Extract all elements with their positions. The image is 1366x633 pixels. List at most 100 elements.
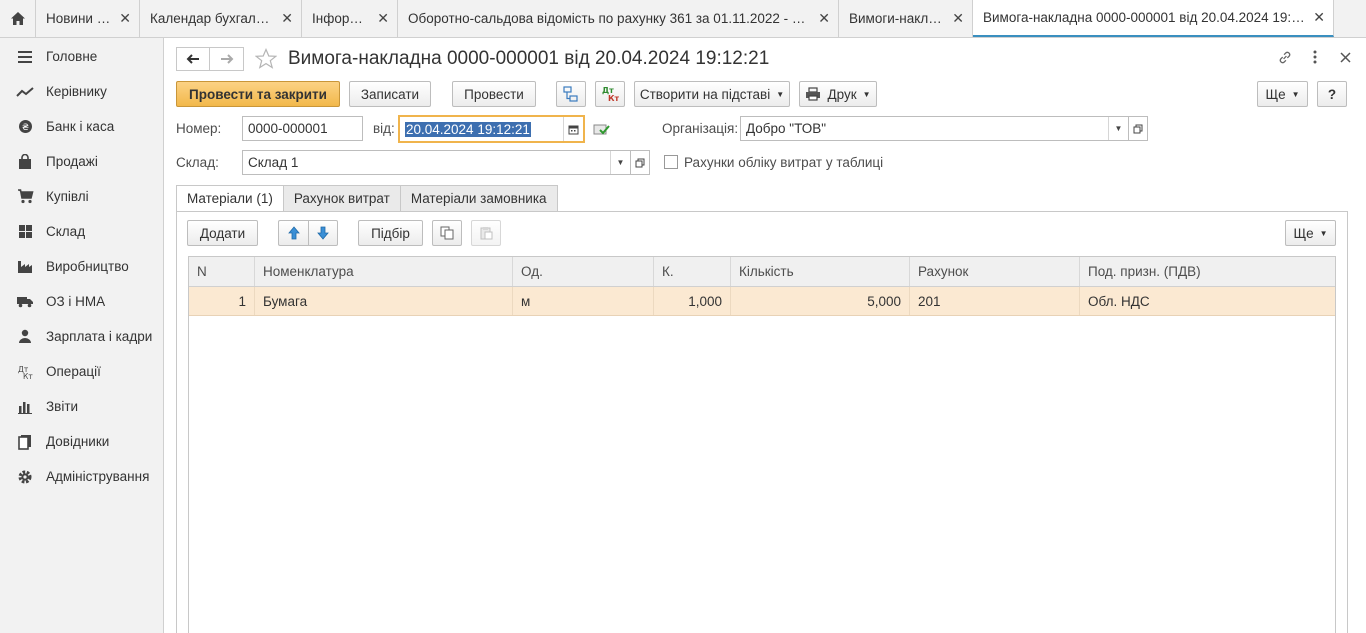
table-row[interactable]: 1 Бумага м 1,000 5,000 201 Обл. НДС bbox=[189, 287, 1335, 316]
favorite-star-icon[interactable] bbox=[254, 47, 278, 71]
truck-icon bbox=[16, 293, 34, 311]
link-icon[interactable] bbox=[1278, 48, 1292, 66]
tab-bar: Новини ITC ✕ Календар бухгалтера ✕ Інфор… bbox=[0, 0, 1366, 38]
warehouse-field[interactable]: Склад 1 ▼ bbox=[242, 150, 631, 175]
move-up-button[interactable] bbox=[278, 220, 308, 246]
column-header-n[interactable]: N bbox=[189, 257, 255, 286]
home-button[interactable] bbox=[0, 0, 36, 37]
copy-row-button[interactable] bbox=[432, 220, 462, 246]
date-field[interactable]: 20.04.2024 19:12:21 bbox=[398, 115, 585, 143]
close-icon[interactable]: ✕ bbox=[1313, 9, 1325, 26]
date-confirm-icon[interactable] bbox=[593, 121, 611, 137]
create-based-on-button[interactable]: Створити на підставі ▼ bbox=[634, 81, 790, 107]
title-row: Вимога-накладна 0000-000001 від 20.04.20… bbox=[176, 47, 769, 71]
cell-account[interactable]: 201 bbox=[910, 287, 1080, 315]
sidebar-item-label: Довідники bbox=[46, 434, 110, 449]
more-vertical-icon[interactable] bbox=[1308, 48, 1322, 66]
save-button[interactable]: Записати bbox=[349, 81, 431, 107]
column-header-vat[interactable]: Под. призн. (ПДВ) bbox=[1080, 257, 1335, 286]
sidebar-item-catalogs[interactable]: Довідники bbox=[0, 424, 163, 459]
organization-field[interactable]: Добро "ТОВ" ▼ bbox=[740, 116, 1129, 141]
tab-cost-account[interactable]: Рахунок витрат bbox=[282, 185, 401, 212]
tab-requisitions-list[interactable]: Вимоги-накладні ✕ bbox=[839, 0, 973, 37]
cell-vat[interactable]: Обл. НДС bbox=[1080, 287, 1335, 315]
sidebar-item-operations[interactable]: Дт Кт Операції bbox=[0, 354, 163, 389]
tab-turnover-balance[interactable]: Оборотно-сальдова відомість по рахунку 3… bbox=[398, 0, 839, 37]
sidebar-item-purchases[interactable]: Купівлі bbox=[0, 179, 163, 214]
tab-itc-news[interactable]: Новини ITC ✕ bbox=[36, 0, 140, 37]
sidebar-item-main[interactable]: Головне bbox=[0, 39, 163, 74]
close-icon[interactable]: ✕ bbox=[119, 10, 131, 27]
tab-label: Вимоги-накладні bbox=[849, 11, 945, 26]
arrow-left-icon bbox=[186, 54, 199, 64]
sidebar-item-reports[interactable]: Звіти bbox=[0, 389, 163, 424]
tab-accountant-calendar[interactable]: Календар бухгалтера ✕ bbox=[140, 0, 302, 37]
tab-requisition-doc[interactable]: Вимога-накладна 0000-000001 від 20.04.20… bbox=[973, 0, 1334, 37]
structure-button[interactable] bbox=[556, 81, 586, 107]
back-button[interactable] bbox=[176, 47, 210, 71]
chevron-down-icon: ▼ bbox=[1291, 89, 1300, 99]
cell-unit[interactable]: м bbox=[513, 287, 654, 315]
sidebar-item-manager[interactable]: Керівнику bbox=[0, 74, 163, 109]
svg-text:Кт: Кт bbox=[23, 372, 33, 380]
number-field[interactable]: 0000-000001 bbox=[242, 116, 363, 141]
close-icon[interactable] bbox=[1338, 48, 1352, 66]
forward-button[interactable] bbox=[210, 47, 244, 71]
sidebar-item-label: ОЗ і НМА bbox=[46, 294, 106, 309]
warehouse-label: Склад: bbox=[176, 155, 219, 170]
close-icon[interactable]: ✕ bbox=[952, 10, 964, 27]
sidebar-item-production[interactable]: Виробництво bbox=[0, 249, 163, 284]
move-down-button[interactable] bbox=[308, 220, 338, 246]
sidebar-item-label: Купівлі bbox=[46, 189, 89, 204]
date-value: 20.04.2024 19:12:21 bbox=[405, 121, 531, 137]
sidebar-item-payroll[interactable]: Зарплата і кадри bbox=[0, 319, 163, 354]
calendar-icon[interactable] bbox=[563, 117, 583, 141]
table-more-button[interactable]: Ще ▼ bbox=[1285, 220, 1336, 246]
sidebar-item-bank[interactable]: ₴ Банк і каса bbox=[0, 109, 163, 144]
chevron-down-icon[interactable]: ▼ bbox=[610, 151, 630, 174]
help-button[interactable]: ? bbox=[1317, 81, 1347, 107]
organization-open-button[interactable] bbox=[1128, 116, 1148, 141]
column-header-item[interactable]: Номенклатура bbox=[255, 257, 513, 286]
sidebar-item-label: Адміністрування bbox=[46, 469, 150, 484]
sidebar-item-administration[interactable]: Адміністрування bbox=[0, 459, 163, 494]
page-title: Вимога-накладна 0000-000001 від 20.04.20… bbox=[288, 48, 770, 69]
more-button[interactable]: Ще ▼ bbox=[1257, 81, 1308, 107]
chevron-down-icon[interactable]: ▼ bbox=[1108, 117, 1128, 140]
printer-icon bbox=[806, 87, 821, 101]
pick-button[interactable]: Підбір bbox=[358, 220, 423, 246]
tab-customer-materials[interactable]: Матеріали замовника bbox=[399, 185, 558, 212]
warehouse-open-button[interactable] bbox=[630, 150, 650, 175]
tab-information[interactable]: Інформація ✕ bbox=[302, 0, 398, 37]
column-header-unit[interactable]: Од. bbox=[513, 257, 654, 286]
close-icon[interactable]: ✕ bbox=[818, 10, 830, 27]
add-row-button[interactable]: Додати bbox=[187, 220, 258, 246]
menu-lines-icon bbox=[16, 48, 34, 66]
sidebar-item-fixed-assets[interactable]: ОЗ і НМА bbox=[0, 284, 163, 319]
cell-item[interactable]: Бумага bbox=[255, 287, 513, 315]
sidebar-item-sales[interactable]: Продажі bbox=[0, 144, 163, 179]
organization-value: Добро "ТОВ" bbox=[746, 121, 827, 136]
column-header-account[interactable]: Рахунок bbox=[910, 257, 1080, 286]
cost-accounts-label[interactable]: Рахунки обліку витрат у таблиці bbox=[684, 155, 883, 170]
cost-accounts-checkbox[interactable] bbox=[664, 155, 678, 169]
cell-quantity[interactable]: 5,000 bbox=[731, 287, 910, 315]
close-icon[interactable]: ✕ bbox=[377, 10, 389, 27]
cell-n[interactable]: 1 bbox=[189, 287, 255, 315]
date-label: від: bbox=[373, 121, 395, 136]
paste-row-button[interactable] bbox=[471, 220, 501, 246]
warehouse-value: Склад 1 bbox=[248, 155, 299, 170]
sidebar-item-warehouse[interactable]: Склад bbox=[0, 214, 163, 249]
column-header-coef[interactable]: К. bbox=[654, 257, 731, 286]
sidebar-item-label: Головне bbox=[46, 49, 98, 64]
tab-materials[interactable]: Матеріали (1) bbox=[176, 185, 284, 212]
post-button[interactable]: Провести bbox=[452, 81, 536, 107]
cell-coef[interactable]: 1,000 bbox=[654, 287, 731, 315]
post-and-close-button[interactable]: Провести та закрити bbox=[176, 81, 340, 107]
close-icon[interactable]: ✕ bbox=[281, 10, 293, 27]
dt-kt-button[interactable]: Дт Кт bbox=[595, 81, 625, 107]
print-button[interactable]: Друк ▼ bbox=[799, 81, 877, 107]
svg-text:Кт: Кт bbox=[608, 94, 619, 103]
cart-icon bbox=[16, 188, 34, 206]
column-header-quantity[interactable]: Кількість bbox=[731, 257, 910, 286]
